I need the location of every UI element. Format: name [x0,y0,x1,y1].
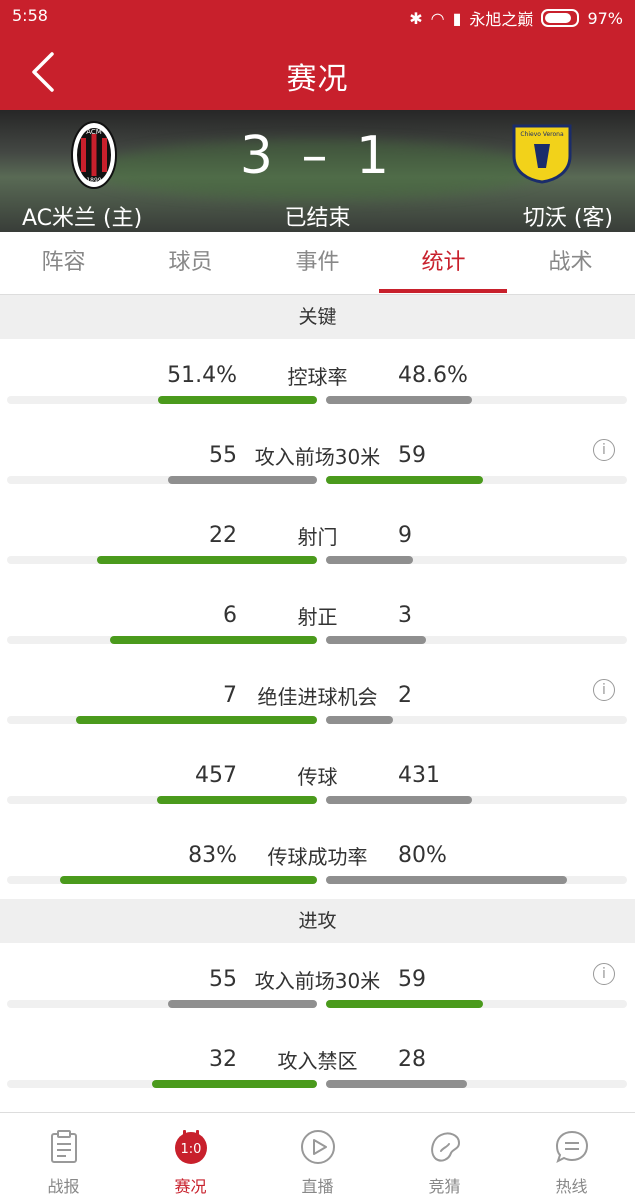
tab-players[interactable]: 球员 [127,232,254,294]
stat-label: 射门 [297,525,338,549]
section-header: 进攻 [0,899,635,943]
nav-item-live-score[interactable]: 1:0 赛况 [127,1113,254,1201]
home-stat-bar [152,1080,317,1088]
report-icon [51,1130,77,1163]
stat-row: 51.4% 控球率 48.6% [0,339,635,419]
away-stat-value: 59 [398,443,426,468]
stat-row: 6 射正 3 [0,579,635,659]
away-stat-bar [326,636,426,644]
match-score: 3 – 1 [239,126,396,186]
away-stat-value: 9 [398,523,412,548]
score-badge-text: 1:0 [181,1142,202,1157]
stat-row: 7 绝佳进球机会 2 i [0,659,635,739]
home-stat-bar [110,636,317,644]
status-time: 5:58 [12,6,48,25]
away-stat-bar [326,1000,483,1008]
stat-row: 55 攻入前场30米 59 i [0,419,635,499]
section-header: 关键 [0,295,635,339]
active-tab-indicator [379,289,507,293]
play-icon [301,1130,335,1164]
info-icon[interactable]: i [593,679,615,701]
stat-row: 457 传球 431 [0,739,635,819]
battery-level: 97% [587,8,623,28]
away-stat-bar [326,1080,467,1088]
stat-label: 控球率 [287,365,348,389]
stat-label: 绝佳进球机会 [257,685,378,709]
battery-icon [541,9,580,27]
away-stat-bar [326,876,567,884]
away-stat-value: 80% [398,843,447,868]
nav-label-hotline: 热线 [555,1177,588,1196]
info-icon[interactable]: i [593,439,615,461]
nav-label-report: 战报 [47,1177,80,1196]
score-panel: ACM 1899 Chievo Verona 3 – 1 AC米兰 (主) 已结… [0,110,635,232]
home-stat-bar [97,556,317,564]
away-stat-bar [326,796,472,804]
tab-tactics[interactable]: 战术 [507,232,634,294]
stat-row: 22 射门 9 [0,499,635,579]
away-stat-value: 28 [398,1047,426,1072]
stat-label: 攻入前场30米 [254,969,381,993]
away-stat-value: 431 [398,763,440,788]
nav-bar: 赛况 [0,32,635,110]
tab-stats[interactable]: 统计 [380,232,507,294]
nav-label-guess: 竞猜 [428,1177,461,1196]
home-stat-bar [60,876,317,884]
tab-bar: 阵容 球员 事件 统计 战术 [0,232,635,295]
away-stat-bar [326,716,393,724]
tab-events[interactable]: 事件 [254,232,381,294]
stat-row: 55 攻入前场30米 59 i [0,943,635,1023]
stat-label: 射正 [297,605,338,629]
away-stat-bar [326,396,472,404]
away-stat-value: 2 [398,683,412,708]
status-right: ✱ ◠ ▮ 永旭之巅 97% [409,6,623,30]
nav-label-live-score: 赛况 [174,1177,207,1196]
home-stat-bar [168,476,317,484]
chat-icon [555,1130,589,1163]
tab-lineup[interactable]: 阵容 [0,232,127,294]
stat-label: 传球成功率 [267,845,368,869]
away-stat-bar [326,556,413,564]
carrier-name: 永旭之巅 [469,10,534,29]
bottom-nav: 战报 1:0 赛况 直播 竞猜 热线 [0,1112,635,1201]
away-team-name: 切沃 (客) [522,206,613,231]
away-stat-value: 59 [398,967,426,992]
away-stat-bar [326,476,483,484]
bluetooth-icon: ✱ [409,8,423,28]
home-stat-bar [168,1000,317,1008]
signal-icon: ▮ [452,8,462,28]
home-stat-bar [158,396,317,404]
away-stat-value: 3 [398,603,412,628]
info-icon[interactable]: i [593,963,615,985]
nav-item-broadcast[interactable]: 直播 [254,1113,381,1201]
wifi-icon: ◠ [430,8,445,28]
stat-label: 传球 [297,765,338,789]
nav-item-guess[interactable]: 竞猜 [381,1113,508,1201]
score-badge-icon: 1:0 [175,1130,207,1164]
nav-item-hotline[interactable]: 热线 [508,1113,635,1201]
bean-icon [431,1132,461,1162]
nav-label-broadcast: 直播 [301,1177,334,1196]
away-stat-value: 48.6% [398,363,468,388]
home-stat-bar [76,716,317,724]
page-title: 赛况 [286,62,349,97]
nav-item-report[interactable]: 战报 [0,1113,127,1201]
status-bar: 5:58 ✱ ◠ ▮ 永旭之巅 97% [0,0,635,32]
stat-row: 32 攻入禁区 28 [0,1023,635,1103]
home-stat-bar [157,796,317,804]
stat-label: 攻入前场30米 [254,445,381,469]
stat-label: 攻入禁区 [277,1049,358,1073]
stat-row: 83% 传球成功率 80% [0,819,635,899]
